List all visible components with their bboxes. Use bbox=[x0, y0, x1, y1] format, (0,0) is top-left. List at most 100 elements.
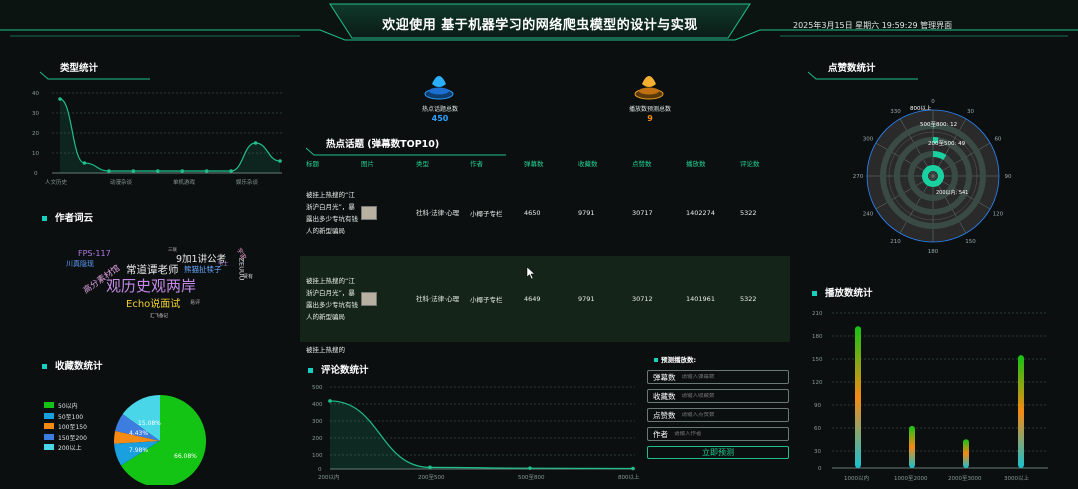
cloud-word: 易评 bbox=[190, 300, 201, 306]
pie-label: 15.08% bbox=[138, 420, 161, 427]
fav-input[interactable] bbox=[681, 393, 782, 399]
col-header: 标题 bbox=[306, 160, 319, 168]
fav-field[interactable]: 收藏数 bbox=[647, 389, 789, 403]
hot-topics-table-wrap[interactable]: 标题 图片 类型 作者 弹幕数 收藏数 点赞数 播放数 评论数 被挂上热搜的“江… bbox=[300, 156, 790, 356]
pie-label: 66.08% bbox=[174, 453, 197, 460]
cloud-word: 汇飞备记 bbox=[150, 314, 168, 319]
thumbnail-image[interactable] bbox=[361, 292, 377, 306]
cell-author: 小椰子专栏 bbox=[470, 210, 503, 218]
data-point bbox=[82, 161, 87, 165]
author-field[interactable]: 作者 bbox=[647, 427, 789, 441]
table-header: 标题 图片 类型 作者 弹幕数 收藏数 点赞数 播放数 评论数 bbox=[300, 156, 790, 170]
polar-angle-label: 120 bbox=[993, 212, 1004, 218]
cell-title[interactable]: 被挂上热搜的“江浙沪白月光”，暴露出多少专坑有钱人的新型骗局 bbox=[306, 275, 358, 323]
thumbnail-image[interactable] bbox=[361, 206, 377, 220]
cell-play: 1402274 bbox=[686, 209, 715, 217]
y-tick: 100 bbox=[312, 453, 323, 459]
y-tick: 10 bbox=[32, 151, 39, 157]
fav-stats-title: 收藏数统计 bbox=[42, 358, 103, 372]
data-point bbox=[528, 466, 532, 470]
polar-angle-label: 180 bbox=[928, 249, 939, 255]
polar-bar-label: 200至500: 49 bbox=[928, 140, 966, 147]
cell-like: 30712 bbox=[632, 295, 653, 303]
predict-button[interactable]: 立即预测 bbox=[647, 446, 789, 459]
y-tick: 0 bbox=[818, 466, 822, 472]
data-point bbox=[428, 465, 432, 470]
cloud-word: FPS-117 bbox=[78, 249, 111, 258]
x-label: 1000以内 bbox=[844, 474, 869, 482]
legend-item[interactable]: 100至150 bbox=[44, 423, 87, 434]
bar bbox=[963, 439, 969, 468]
danmaku-input[interactable] bbox=[681, 374, 782, 380]
y-tick: 30 bbox=[814, 449, 821, 455]
cloud-word: 熊猫扯犊子 bbox=[184, 265, 222, 274]
cell-like: 30717 bbox=[632, 209, 653, 217]
hot-topics-label: 热点话题总数 bbox=[421, 106, 458, 113]
x-label: 人文历史 bbox=[45, 178, 68, 186]
data-point bbox=[229, 169, 233, 173]
x-label: 1000至2000 bbox=[894, 475, 928, 482]
cloud-word: 三联 bbox=[168, 248, 177, 253]
data-point bbox=[204, 169, 209, 173]
comment-stats-title: 评论数统计 bbox=[308, 362, 369, 376]
author-word-cloud: FPS-117 9加1讲公考 川真隐现 高分素材馆 常道谭老师 熊猫扯犊子 观历… bbox=[60, 245, 260, 325]
legend-item[interactable]: 200以上 bbox=[44, 444, 87, 455]
danmaku-field[interactable]: 弹幕数 bbox=[647, 370, 789, 384]
data-point bbox=[58, 97, 62, 101]
like-stats-underline bbox=[808, 71, 918, 80]
bar bbox=[909, 425, 915, 468]
area-fill bbox=[60, 99, 280, 173]
pie-label: 4.43% bbox=[129, 430, 148, 437]
type-stats-underline bbox=[40, 71, 150, 80]
col-header: 类型 bbox=[416, 160, 429, 168]
col-header: 作者 bbox=[470, 160, 483, 168]
pie-label: 7.98% bbox=[129, 447, 148, 454]
like-polar-chart: 0 30 60 90 120 150 180 210 240 270 300 330 800以上 50… bbox=[853, 99, 1012, 255]
y-tick: 150 bbox=[812, 357, 823, 363]
polar-bar-label: 500至800: 12 bbox=[920, 121, 957, 128]
y-tick: 40 bbox=[32, 91, 39, 97]
y-tick: 60 bbox=[814, 426, 821, 432]
x-label: 200以内 bbox=[318, 473, 340, 481]
polar-angle-label: 210 bbox=[890, 239, 901, 245]
predict-form: 弹幕数 收藏数 点赞数 作者 立即预测 bbox=[647, 370, 789, 459]
table-row[interactable]: 被挂上热搜的“江浙沪白月光”，暴露出多少专坑有钱人的新型骗局 社科·法律·心理 … bbox=[300, 170, 790, 256]
legend-item[interactable]: 150至200 bbox=[44, 433, 87, 445]
hot-topics-table: 标题 图片 类型 作者 弹幕数 收藏数 点赞数 播放数 评论数 被挂上热搜的“江… bbox=[300, 156, 790, 356]
x-label: 500至800 bbox=[518, 474, 545, 481]
polar-angle-label: 270 bbox=[853, 174, 864, 180]
cell-danmaku: 4650 bbox=[524, 209, 541, 217]
y-tick: 400 bbox=[312, 402, 323, 408]
cloud-word: Echo说面试 bbox=[126, 299, 181, 310]
cell-fav: 9791 bbox=[578, 295, 595, 303]
x-label: 200至500 bbox=[418, 474, 445, 481]
data-point bbox=[328, 399, 332, 403]
polar-angle-label: 30 bbox=[967, 109, 974, 115]
cell-title[interactable]: 被挂上热搜的“江浙沪白月光”，暴露出多少专坑有钱人的新型骗局 bbox=[306, 189, 358, 237]
table-row[interactable]: 被挂上热搜的“江浙沪白月光”，暴露出多少专坑有钱人的新型骗局 社科·法律·心理 … bbox=[300, 256, 790, 342]
author-input[interactable] bbox=[674, 431, 774, 437]
data-point bbox=[631, 466, 635, 471]
play-bar-chart: 210 180 150 120 90 60 30 0 1000以内 1000至2… bbox=[812, 311, 1048, 482]
cloud-word: 观历史观两岸 bbox=[106, 277, 197, 295]
fav-legend: 50以内 50至100 100至150 150至200 200以上 bbox=[44, 402, 87, 455]
col-header: 播放数 bbox=[686, 160, 706, 168]
legend-item[interactable]: 50至100 bbox=[44, 412, 87, 424]
hot-topics-icon bbox=[424, 76, 454, 100]
y-tick: 120 bbox=[812, 380, 823, 386]
y-tick: 30 bbox=[32, 111, 39, 117]
data-point bbox=[180, 169, 185, 173]
like-input[interactable] bbox=[681, 412, 782, 418]
x-label: 单机游戏 bbox=[173, 178, 196, 186]
polar-angle-label: 240 bbox=[863, 212, 874, 218]
legend-item[interactable]: 50以内 bbox=[44, 402, 87, 413]
fav-pie-chart: 66.08% 7.98% 4.43% 15.08% bbox=[114, 395, 206, 485]
hot-topics-value: 450 bbox=[431, 114, 449, 123]
cell-type: 社科·法律·心理 bbox=[416, 295, 460, 303]
polar-bar-label: 800以上 bbox=[910, 104, 932, 112]
like-field[interactable]: 点赞数 bbox=[647, 408, 789, 422]
table-row[interactable]: 被挂上热搜的 bbox=[300, 342, 790, 356]
type-stats-chart: 40 30 20 10 0 人文历史 动漫杂谈 单机游戏 娱乐杂谈 bbox=[32, 91, 282, 186]
polar-angle-label: 330 bbox=[890, 109, 901, 115]
cell-author: 小椰子专栏 bbox=[470, 296, 503, 304]
